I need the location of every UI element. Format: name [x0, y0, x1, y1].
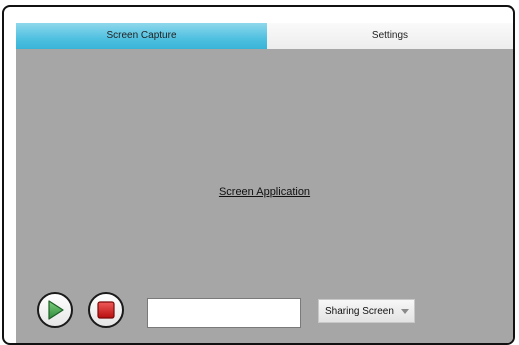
app-window: Screen Capture Settings Screen Applicati…: [2, 5, 515, 345]
dropdown-selected-value: Sharing Screen: [325, 305, 394, 317]
screen-capture-panel: Screen Application Sharing Screen: [16, 49, 513, 343]
screen-application-link[interactable]: Screen Application: [16, 186, 513, 198]
chevron-down-icon: [396, 308, 414, 314]
stop-icon: [97, 301, 115, 319]
tab-bar: Screen Capture Settings: [16, 23, 513, 49]
play-button[interactable]: [37, 292, 73, 328]
play-icon: [48, 300, 64, 320]
tab-screen-capture[interactable]: Screen Capture: [16, 23, 267, 49]
stop-button[interactable]: [88, 292, 124, 328]
tab-settings[interactable]: Settings: [267, 23, 513, 49]
text-input[interactable]: [147, 298, 301, 328]
sharing-mode-dropdown[interactable]: Sharing Screen: [318, 299, 415, 323]
